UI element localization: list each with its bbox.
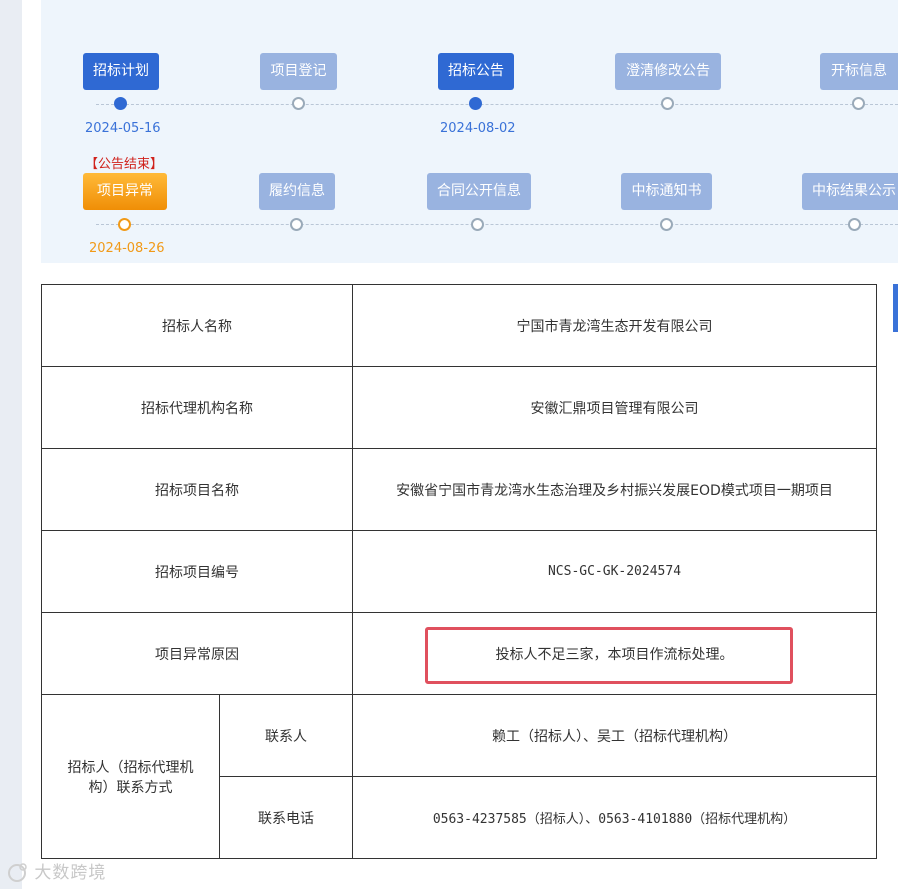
notice-ended-label: 【公告结束】: [85, 157, 164, 172]
step-performance-info-dot: [290, 218, 303, 231]
table-row: 招标项目编号 NCS-GC-GK-2024574: [41, 530, 877, 613]
tenderer-label: 招标人名称: [41, 284, 353, 367]
contact-group-label: 招标人（招标代理机构）联系方式: [41, 694, 220, 859]
contact-person-label: 联系人: [219, 694, 353, 777]
step-award-result-dot: [848, 218, 861, 231]
step-bid-announcement-date: 2024-08-02: [440, 121, 516, 136]
step-project-exception-date: 2024-08-26: [89, 241, 165, 256]
step-project-registration-dot: [292, 97, 305, 110]
watermark-text: 大数跨境: [34, 863, 107, 883]
contact-phone-label: 联系电话: [219, 776, 353, 859]
left-gutter: [0, 0, 22, 889]
step-award-result[interactable]: 中标结果公示: [802, 173, 898, 210]
step-project-exception[interactable]: 项目异常: [83, 173, 167, 210]
exception-reason-cell: 投标人不足三家，本项目作流标处理。: [352, 612, 877, 695]
step-project-registration[interactable]: 项目登记: [260, 53, 337, 90]
table-row: 招标人（招标代理机构）联系方式 联系人 赖工（招标人）、吴工（招标代理机构）: [41, 694, 877, 859]
step-contract-disclosure[interactable]: 合同公开信息: [427, 173, 531, 210]
step-clarification-notice[interactable]: 澄清修改公告: [615, 53, 721, 90]
step-bid-announcement[interactable]: 招标公告: [438, 53, 514, 90]
project-number-value: NCS-GC-GK-2024574: [352, 530, 877, 613]
step-award-notice-dot: [660, 218, 673, 231]
step-bid-plan[interactable]: 招标计划: [83, 53, 159, 90]
agency-label: 招标代理机构名称: [41, 366, 353, 449]
timeline-rail-1: [96, 104, 898, 105]
project-info-table: 招标人名称 宁国市青龙湾生态开发有限公司 招标代理机构名称 安徽汇鼎项目管理有限…: [41, 284, 877, 859]
step-bid-announcement-dot: [469, 97, 482, 110]
table-row: 招标代理机构名称 安徽汇鼎项目管理有限公司: [41, 366, 877, 449]
step-bid-plan-date: 2024-05-16: [85, 121, 161, 136]
right-side-tab[interactable]: [893, 284, 898, 332]
contact-phone-value: 0563-4237585（招标人）、0563-4101880（招标代理机构）: [352, 776, 877, 859]
contact-person-value: 赖工（招标人）、吴工（招标代理机构）: [352, 694, 877, 777]
watermark-logo-icon: [8, 863, 27, 882]
project-number-label: 招标项目编号: [41, 530, 353, 613]
table-row: 招标人名称 宁国市青龙湾生态开发有限公司: [41, 284, 877, 367]
table-row: 项目异常原因 投标人不足三家，本项目作流标处理。: [41, 612, 877, 695]
progress-timeline: 招标计划 2024-05-16 项目登记 招标公告 2024-08-02 澄清修…: [41, 0, 898, 263]
step-bid-opening-info[interactable]: 开标信息: [820, 53, 898, 90]
tenderer-value: 宁国市青龙湾生态开发有限公司: [352, 284, 877, 367]
table-row: 招标项目名称 安徽省宁国市青龙湾水生态治理及乡村振兴发展EOD模式项目一期项目: [41, 448, 877, 531]
step-bid-opening-info-dot: [852, 97, 865, 110]
exception-reason-label: 项目异常原因: [41, 612, 353, 695]
exception-reason-value: 投标人不足三家，本项目作流标处理。: [495, 646, 734, 663]
step-clarification-notice-dot: [661, 97, 674, 110]
step-contract-disclosure-dot: [471, 218, 484, 231]
project-name-label: 招标项目名称: [41, 448, 353, 531]
step-bid-plan-dot: [114, 97, 127, 110]
step-performance-info[interactable]: 履约信息: [259, 173, 335, 210]
step-project-exception-dot: [118, 218, 131, 231]
watermark: 大数跨境: [6, 858, 106, 884]
project-name-value: 安徽省宁国市青龙湾水生态治理及乡村振兴发展EOD模式项目一期项目: [352, 448, 877, 531]
agency-value: 安徽汇鼎项目管理有限公司: [352, 366, 877, 449]
timeline-rail-2: [96, 224, 898, 225]
step-award-notice[interactable]: 中标通知书: [621, 173, 712, 210]
